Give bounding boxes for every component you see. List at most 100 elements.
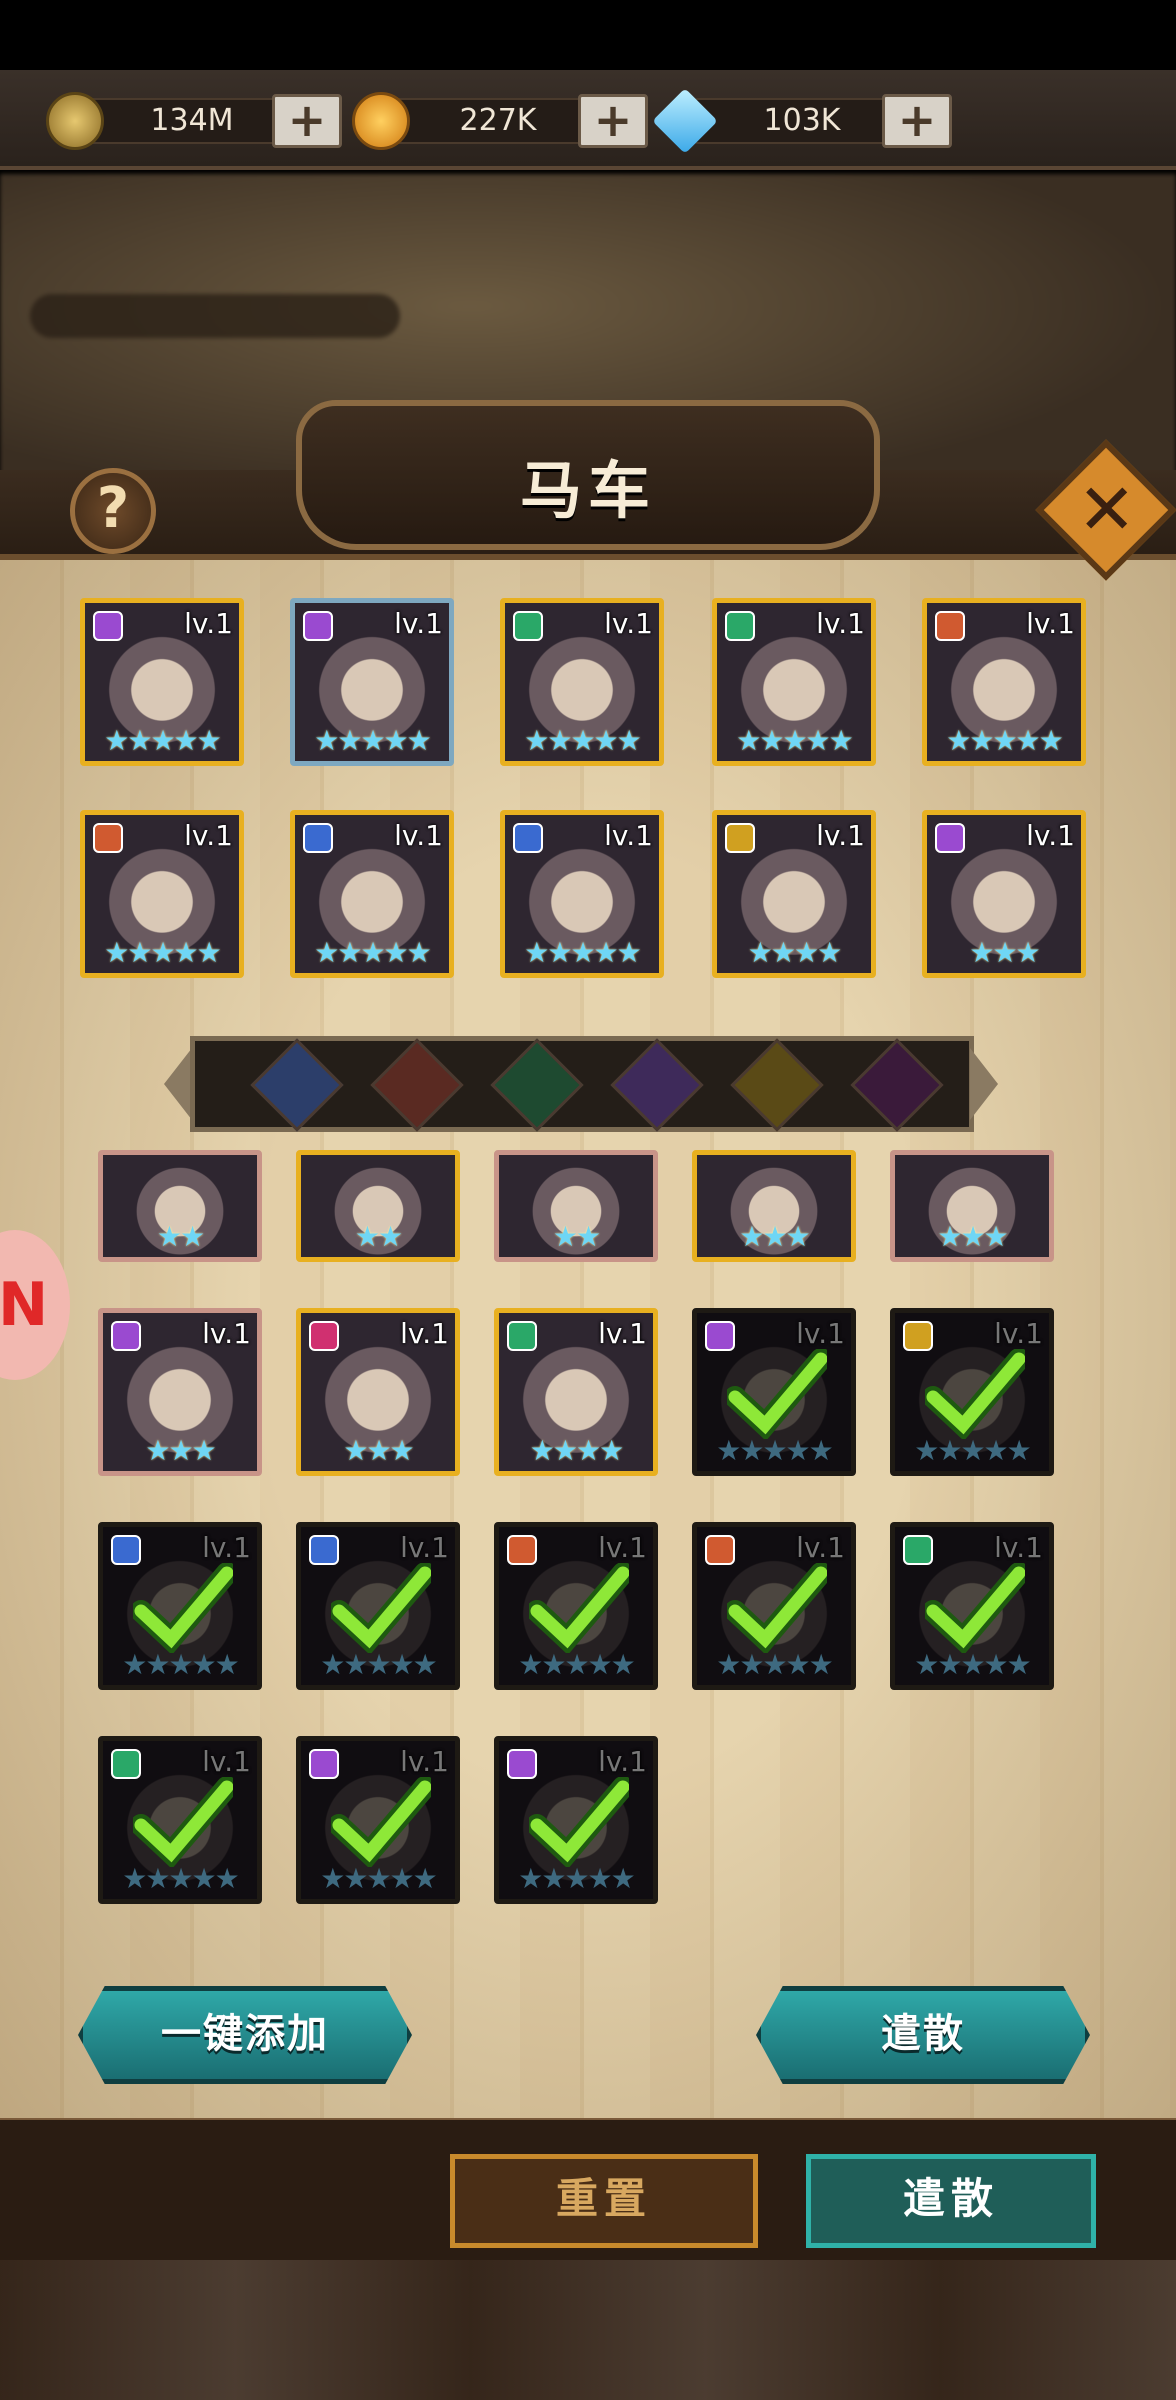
- star-rating: ★★: [354, 1220, 403, 1253]
- selected-hero-card[interactable]: lv.1 ★★★★★: [290, 598, 454, 766]
- hero-level: lv.1: [202, 1531, 251, 1564]
- checkmark-icon: [925, 1563, 1025, 1653]
- inventory-hero-card-selected[interactable]: lv.1 ★★★★★: [890, 1522, 1054, 1690]
- star-rating: ★★★★★: [314, 936, 432, 969]
- star-rating: ★★★: [145, 1434, 216, 1467]
- inventory-hero-card[interactable]: ★★: [98, 1150, 262, 1262]
- star-rating: ★★★: [343, 1434, 414, 1467]
- hero-level: lv.1: [394, 607, 443, 640]
- class-icon: [725, 823, 755, 853]
- arrow-right-icon: [970, 1048, 998, 1120]
- auto-add-button[interactable]: 一键添加: [78, 1986, 412, 2084]
- currency-value: 103K: [692, 98, 912, 144]
- status-bar: [0, 0, 1176, 70]
- checkmark-icon: [133, 1563, 233, 1653]
- inventory-hero-card-selected[interactable]: lv.1 ★★★★★: [296, 1522, 460, 1690]
- footer-background: [0, 2260, 1176, 2400]
- checkmark-icon: [529, 1563, 629, 1653]
- inventory-hero-card[interactable]: lv.1 ★★★: [98, 1308, 262, 1476]
- inventory-hero-card-selected[interactable]: lv.1 ★★★★★: [494, 1736, 658, 1904]
- inventory-hero-card-selected[interactable]: lv.1 ★★★★★: [692, 1522, 856, 1690]
- inventory-hero-card[interactable]: ★★: [296, 1150, 460, 1262]
- star-rating: ★★★★★: [104, 936, 222, 969]
- star-rating: ★★★★: [747, 936, 842, 969]
- checkmark-icon: [727, 1563, 827, 1653]
- checkmark-icon: [529, 1777, 629, 1867]
- selected-hero-card[interactable]: lv.1 ★★★: [922, 810, 1086, 978]
- help-button[interactable]: ?: [70, 468, 156, 554]
- class-icon: [309, 1749, 339, 1779]
- class-icon: [725, 611, 755, 641]
- star-rating: ★★★: [937, 1220, 1008, 1253]
- inventory-hero-card[interactable]: lv.1 ★★★★: [494, 1308, 658, 1476]
- inventory-hero-card[interactable]: ★★: [494, 1150, 658, 1262]
- hero-level: lv.1: [604, 607, 653, 640]
- class-icon: [935, 611, 965, 641]
- hero-level: lv.1: [816, 607, 865, 640]
- hero-level: lv.1: [796, 1317, 845, 1350]
- selected-hero-card[interactable]: lv.1 ★★★★★: [712, 598, 876, 766]
- inventory-hero-card[interactable]: ★★★: [692, 1150, 856, 1262]
- checkmark-icon: [925, 1349, 1025, 1439]
- hero-level: lv.1: [394, 819, 443, 852]
- hero-level: lv.1: [598, 1531, 647, 1564]
- class-icon: [935, 823, 965, 853]
- checkmark-icon: [133, 1777, 233, 1867]
- selected-hero-card[interactable]: lv.1 ★★★★★: [80, 810, 244, 978]
- checkmark-icon: [331, 1777, 431, 1867]
- selected-hero-card[interactable]: lv.1 ★★★★: [712, 810, 876, 978]
- inventory-hero-card-selected[interactable]: lv.1 ★★★★★: [494, 1522, 658, 1690]
- star-rating: ★★★: [739, 1220, 810, 1253]
- inventory-hero-card[interactable]: ★★★: [890, 1150, 1054, 1262]
- inventory-hero-card-selected[interactable]: lv.1 ★★★★★: [296, 1736, 460, 1904]
- dismiss-button[interactable]: 遣散: [756, 1986, 1090, 2084]
- hero-level: lv.1: [400, 1317, 449, 1350]
- star-rating: ★★★★★: [736, 724, 854, 757]
- hero-level: lv.1: [1026, 819, 1075, 852]
- selected-hero-card[interactable]: lv.1 ★★★★★: [500, 810, 664, 978]
- class-icon: [93, 611, 123, 641]
- inventory-hero-card-selected[interactable]: lv.1 ★★★★★: [890, 1308, 1054, 1476]
- footer-dismiss-button[interactable]: 遣散: [806, 2154, 1096, 2248]
- inventory-hero-card[interactable]: lv.1 ★★★: [296, 1308, 460, 1476]
- hero-level: lv.1: [796, 1531, 845, 1564]
- inventory-hero-card-selected[interactable]: lv.1 ★★★★★: [692, 1308, 856, 1476]
- class-icon: [111, 1321, 141, 1351]
- hero-level: lv.1: [184, 819, 233, 852]
- star-rating: ★★★★★: [946, 724, 1064, 757]
- arrow-left-icon: [164, 1048, 192, 1120]
- class-icon: [705, 1535, 735, 1565]
- class-icon: [507, 1749, 537, 1779]
- hero-level: lv.1: [202, 1745, 251, 1778]
- add-diamond-button[interactable]: +: [882, 94, 952, 148]
- class-icon: [507, 1535, 537, 1565]
- selected-hero-card[interactable]: lv.1 ★★★★★: [290, 810, 454, 978]
- panel-title: 马车: [519, 454, 656, 527]
- class-icon: [903, 1535, 933, 1565]
- selected-hero-card[interactable]: lv.1 ★★★★★: [500, 598, 664, 766]
- inventory-hero-card-selected[interactable]: lv.1 ★★★★★: [98, 1736, 262, 1904]
- inventory-hero-card-selected[interactable]: lv.1 ★★★★★: [98, 1522, 262, 1690]
- class-icon: [507, 1321, 537, 1351]
- class-icon: [705, 1321, 735, 1351]
- add-gold-button[interactable]: +: [272, 94, 342, 148]
- star-rating: ★★: [552, 1220, 601, 1253]
- hero-level: lv.1: [184, 607, 233, 640]
- hero-level: lv.1: [604, 819, 653, 852]
- class-icon: [903, 1321, 933, 1351]
- star-rating: ★★★: [969, 936, 1040, 969]
- star-rating: ★★: [156, 1220, 205, 1253]
- reset-button[interactable]: 重置: [450, 2154, 758, 2248]
- star-rating: ★★★★★: [314, 724, 432, 757]
- selected-hero-card[interactable]: lv.1 ★★★★★: [922, 598, 1086, 766]
- selected-hero-card[interactable]: lv.1 ★★★★★: [80, 598, 244, 766]
- class-icon: [111, 1749, 141, 1779]
- hero-level: lv.1: [400, 1531, 449, 1564]
- add-token-button[interactable]: +: [578, 94, 648, 148]
- hero-level: lv.1: [598, 1317, 647, 1350]
- currency-value: 134M: [82, 98, 302, 144]
- hero-level: lv.1: [202, 1317, 251, 1350]
- class-icon: [513, 611, 543, 641]
- hero-level: lv.1: [1026, 607, 1075, 640]
- gold-coin-icon: [46, 92, 104, 150]
